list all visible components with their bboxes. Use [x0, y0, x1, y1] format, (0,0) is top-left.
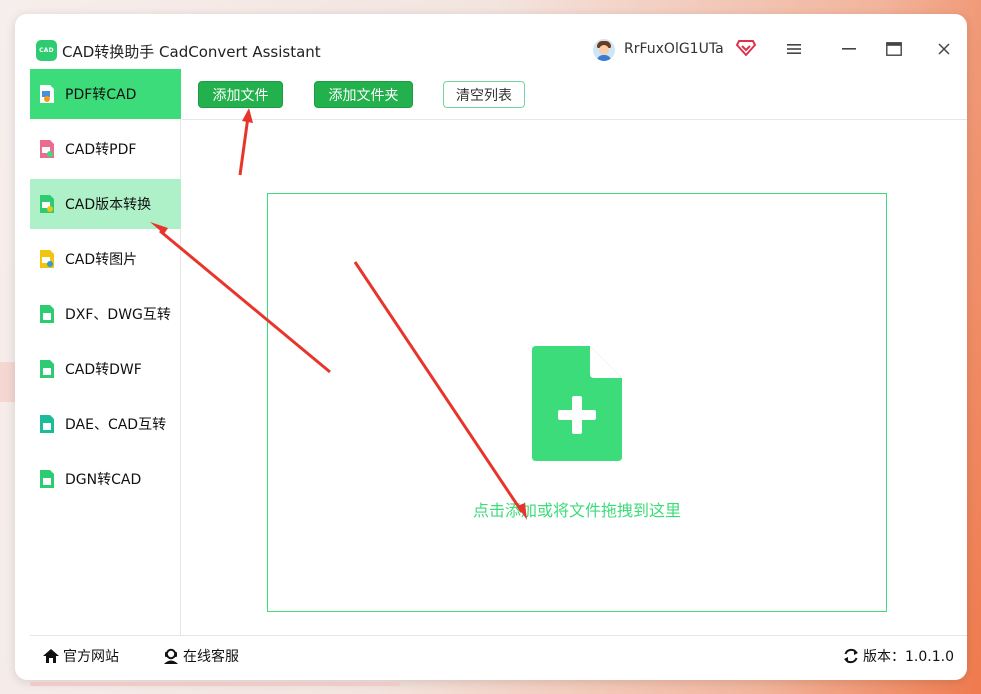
- cad-to-image-icon: [40, 250, 54, 268]
- refresh-icon: [844, 648, 858, 664]
- pdf-to-cad-icon: [40, 85, 54, 103]
- home-icon: [43, 649, 59, 663]
- sidebar-item-label: CAD转图片: [65, 252, 138, 268]
- online-service-link[interactable]: 在线客服: [162, 646, 239, 666]
- file-dropzone[interactable]: 点击添加或将文件拖拽到这里: [267, 193, 887, 612]
- dae-cad-icon: [40, 415, 54, 433]
- minimize-icon[interactable]: [838, 38, 860, 60]
- dgn-to-cad-icon: [40, 470, 54, 488]
- toolbar: 添加文件 添加文件夹 清空列表: [182, 69, 967, 120]
- sidebar-item-cad-version[interactable]: CAD版本转换: [30, 179, 181, 229]
- app-logo-icon: CAD: [36, 40, 57, 61]
- sidebar-item-pdf-to-cad[interactable]: PDF转CAD: [30, 69, 181, 119]
- sidebar-item-label: DGN转CAD: [65, 472, 142, 488]
- cad-to-pdf-icon: [40, 140, 54, 158]
- background-decoration: [30, 682, 400, 686]
- sidebar-item-label: CAD版本转换: [65, 197, 152, 213]
- sidebar-item-dxf-dwg[interactable]: DXF、DWG互转: [30, 289, 181, 339]
- sidebar-item-dae-cad[interactable]: DAE、CAD互转: [30, 399, 181, 449]
- add-file-button[interactable]: 添加文件: [198, 81, 283, 108]
- sidebar-item-cad-to-image[interactable]: CAD转图片: [30, 234, 181, 284]
- maximize-icon[interactable]: [883, 38, 905, 60]
- sidebar-item-label: CAD转DWF: [65, 362, 142, 378]
- sidebar-item-label: CAD转PDF: [65, 142, 137, 158]
- dropzone-hint: 点击添加或将文件拖拽到这里: [472, 501, 681, 520]
- clear-list-button[interactable]: 清空列表: [443, 81, 525, 108]
- vip-diamond-icon[interactable]: [736, 39, 756, 57]
- official-website-link[interactable]: 官方网站: [42, 646, 119, 666]
- add-file-icon[interactable]: [532, 346, 622, 461]
- sidebar-item-dgn-to-cad[interactable]: DGN转CAD: [30, 454, 181, 504]
- app-window: CAD CAD转换助手 CadConvert Assistant RrFuxOl…: [15, 14, 967, 680]
- version-info[interactable]: 版本：1.0.1.0: [842, 646, 954, 666]
- status-bar: 官方网站 在线客服 版本：1.0.1.0: [30, 635, 967, 680]
- sidebar-item-label: PDF转CAD: [65, 87, 137, 103]
- cad-version-icon: [40, 195, 54, 213]
- website-label: 官方网站: [63, 649, 119, 665]
- cad-to-dwf-icon: [40, 360, 54, 378]
- dxf-dwg-icon: [40, 305, 54, 323]
- user-name[interactable]: RrFuxOlG1UTa: [624, 41, 724, 57]
- app-title: CAD转换助手 CadConvert Assistant: [62, 43, 321, 61]
- add-folder-button[interactable]: 添加文件夹: [314, 81, 413, 108]
- version-label: 版本：1.0.1.0: [863, 649, 954, 665]
- customer-service-icon: [164, 648, 178, 664]
- service-label: 在线客服: [183, 649, 239, 665]
- sidebar-item-label: DAE、CAD互转: [65, 417, 167, 433]
- close-icon[interactable]: [933, 38, 955, 60]
- sidebar: PDF转CAD CAD转PDF CAD版本转换 CAD转图片 DXF、DWG互转…: [30, 69, 181, 635]
- sidebar-item-cad-to-pdf[interactable]: CAD转PDF: [30, 124, 181, 174]
- user-avatar[interactable]: [593, 39, 615, 61]
- menu-icon[interactable]: [783, 38, 805, 60]
- sidebar-item-cad-to-dwf[interactable]: CAD转DWF: [30, 344, 181, 394]
- title-bar: CAD CAD转换助手 CadConvert Assistant RrFuxOl…: [15, 14, 967, 69]
- sidebar-item-label: DXF、DWG互转: [65, 307, 171, 323]
